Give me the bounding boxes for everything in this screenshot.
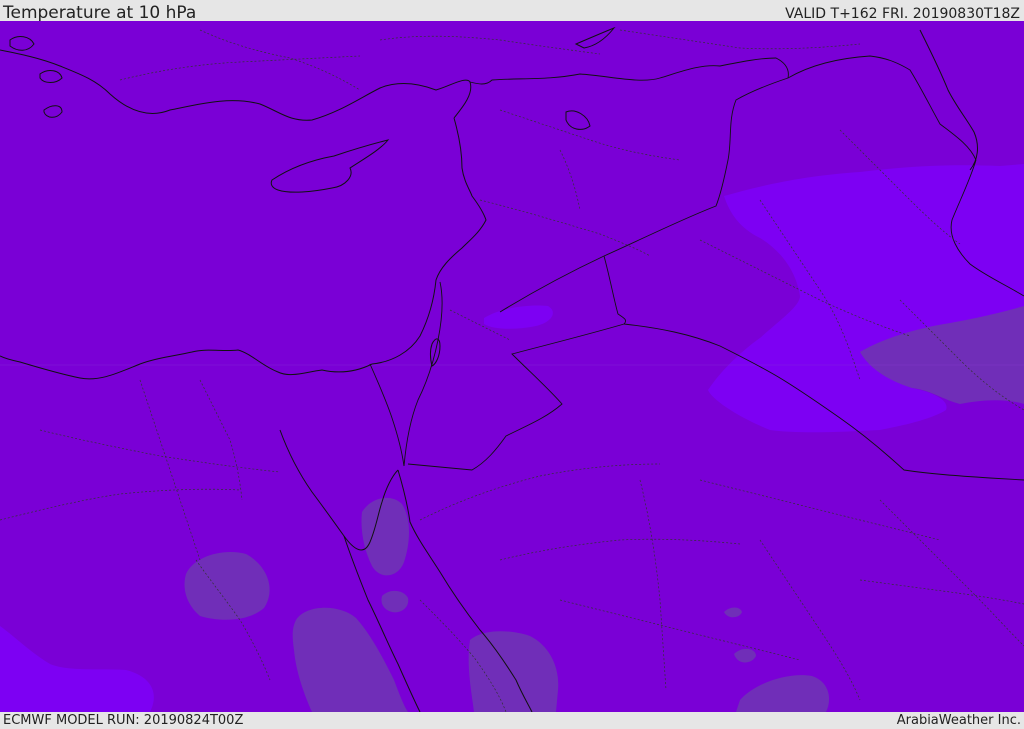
provider-label: ArabiaWeather Inc. <box>896 713 1021 728</box>
temperature-zone-cool-eastern-egypt <box>184 552 270 620</box>
valid-time-label: VALID T+162 FRI. 20190830T18Z <box>785 6 1020 22</box>
model-run-label: ECMWF MODEL RUN: 20190824T00Z <box>3 713 244 728</box>
map-svg <box>0 21 1024 712</box>
map-canvas <box>0 21 1024 712</box>
title-bar: Temperature at 10 hPa VALID T+162 FRI. 2… <box>0 0 1024 23</box>
map-figure: Temperature at 10 hPa VALID T+162 FRI. 2… <box>0 0 1024 729</box>
map-title: Temperature at 10 hPa <box>3 3 197 23</box>
footer-bar: ECMWF MODEL RUN: 20190824T00Z ArabiaWeat… <box>0 712 1024 729</box>
